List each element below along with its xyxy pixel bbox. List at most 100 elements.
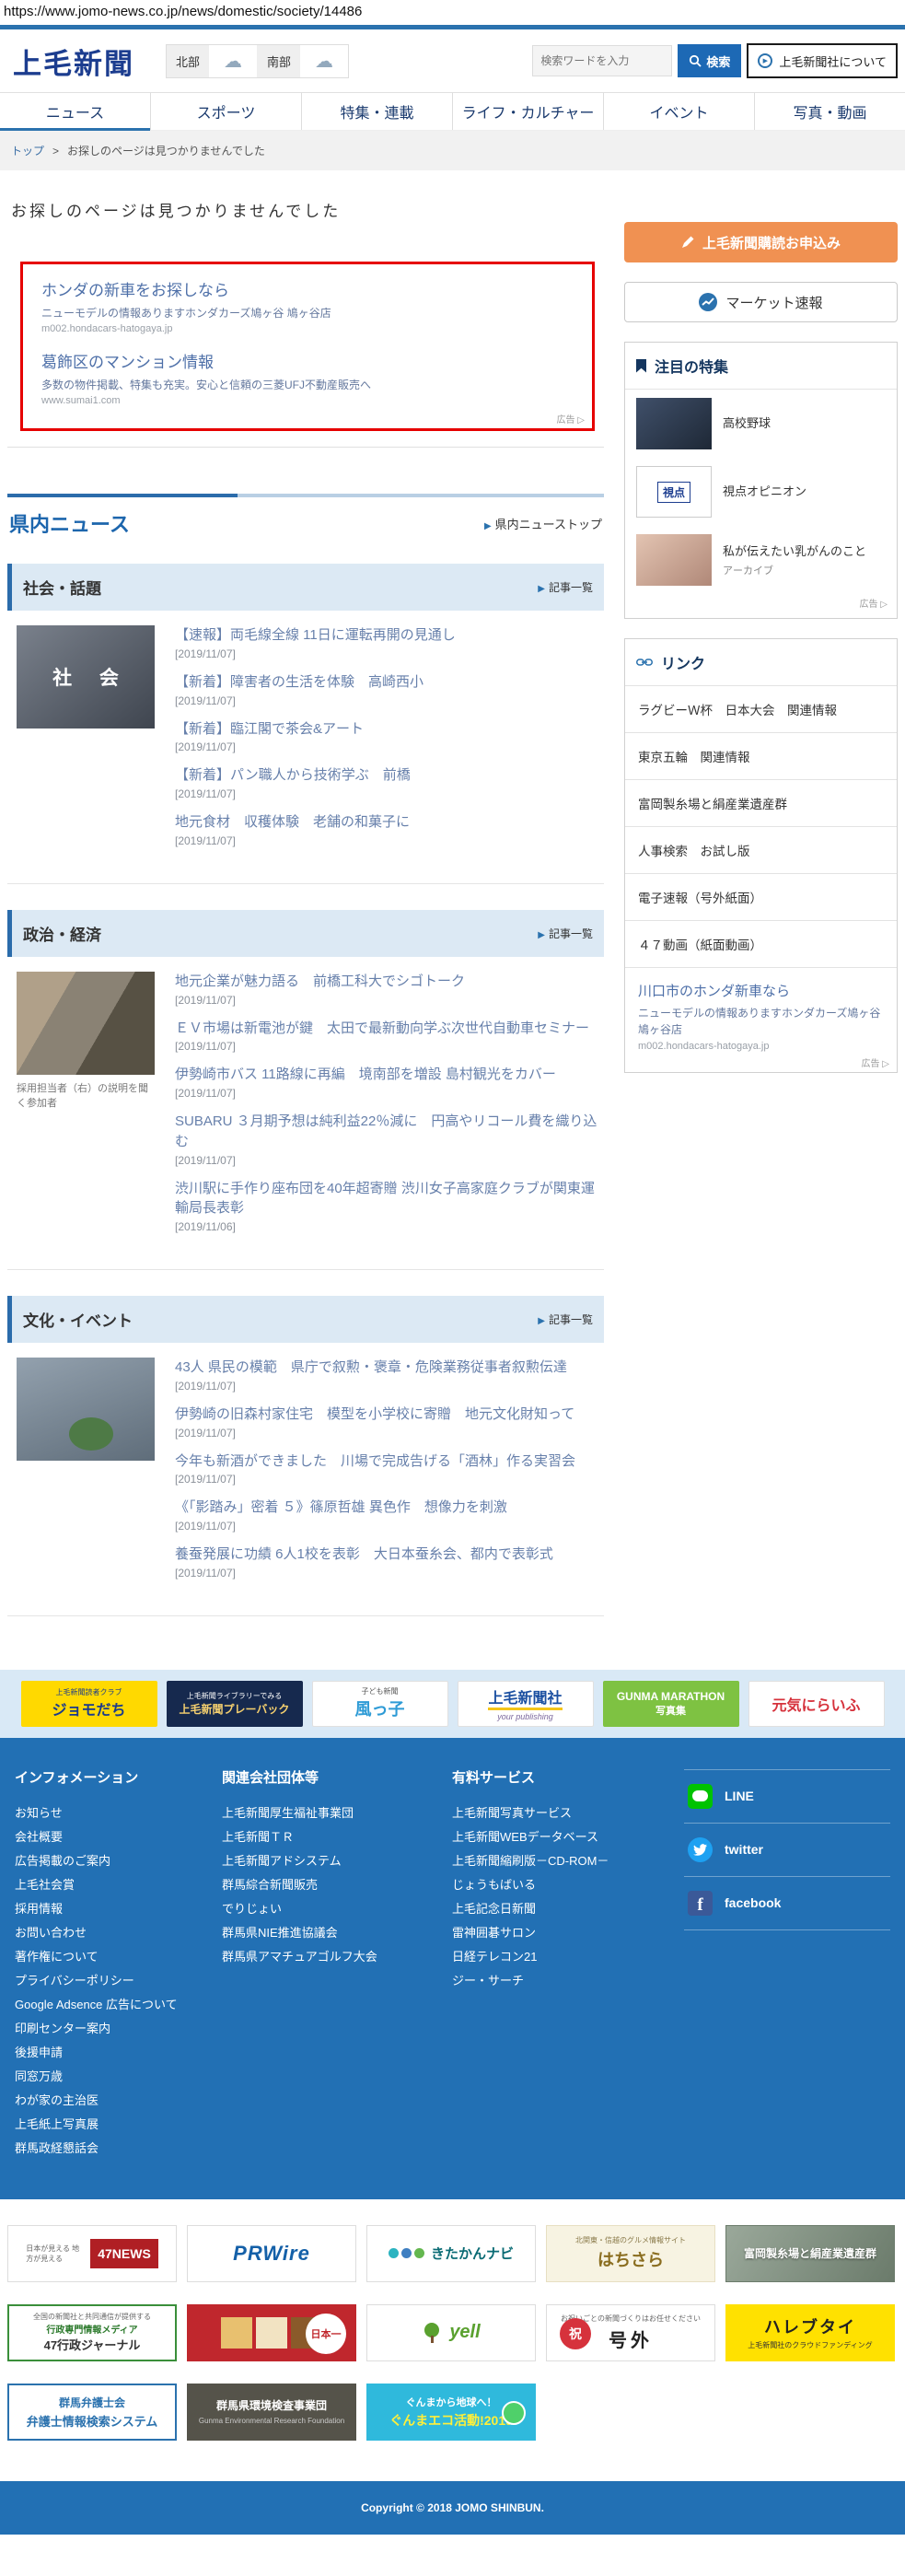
featured-item-shiten-opinion[interactable]: 視点 視点オピニオン [625, 458, 897, 526]
sidebar-ad-honda[interactable]: 川口市のホンダ新車なら ニューモデルの情報ありますホンダカーズ鳩ヶ谷 鳩ヶ谷店 … [625, 968, 897, 1072]
tab-features[interactable]: 特集・連載 [301, 93, 452, 130]
partner-publishing[interactable]: 上毛新聞社 your publishing [457, 1680, 594, 1727]
partner-kazakko[interactable]: 子ども新聞 風っ子 [311, 1680, 448, 1727]
news-link[interactable]: 【新着】臨江閣で茶会&アート [175, 719, 604, 740]
footer-link[interactable]: 群馬県アマチュアゴルフ大会 [222, 1945, 452, 1969]
news-item[interactable]: 渋川駅に手作り座布団を40年超寄贈 渋川女子高家庭クラブが関東運輸局長表彰 [2… [175, 1179, 604, 1234]
culture-thumbnail[interactable] [17, 1358, 155, 1461]
footer-link[interactable]: 会社概要 [15, 1825, 222, 1849]
sns-facebook[interactable]: f facebook [684, 1877, 890, 1930]
footer-link[interactable]: 雷神囲碁サロン [452, 1921, 684, 1945]
ad-honda[interactable]: ホンダの新車をお探しなら ニューモデルの情報ありますホンダカーズ鳩ヶ谷 鳩ヶ谷店… [41, 277, 574, 334]
banner-gunma-bar-association[interactable]: 群馬弁護士会 弁護士情報検索システム [7, 2383, 177, 2441]
featured-label[interactable]: 私が伝えたい乳がんのこと [723, 542, 866, 561]
footer-link[interactable]: じょうもばいる [452, 1873, 684, 1897]
partner-genki-life[interactable]: 元気にらいふ [748, 1680, 885, 1727]
footer-link[interactable]: 上毛新聞アドシステム [222, 1849, 452, 1873]
footer-link[interactable]: 同窓万歳 [15, 2065, 222, 2089]
kennai-top-link[interactable]: ▶ 県内ニューストップ [484, 515, 602, 532]
ad-label[interactable]: 広告 ▷ [862, 1055, 889, 1069]
news-item[interactable]: 【速報】両毛線全線 11日に運転再開の見通し [2019/11/07] [175, 625, 604, 660]
footer-link[interactable]: お知らせ [15, 1801, 222, 1825]
featured-item-breast-cancer[interactable]: 私が伝えたい乳がんのこと アーカイブ [625, 526, 897, 594]
news-item[interactable]: 伊勢崎市バス 11路線に再編 境南部を増設 島村観光をカバー [2019/11/… [175, 1065, 604, 1100]
banner-gunma-eco[interactable]: ぐんまから地球へ！ ぐんまエコ活動!2019 [366, 2383, 536, 2441]
news-link[interactable]: SUBARU ３月期予想は純利益22％減に 円高やリコール費を織り込む [175, 1112, 604, 1152]
footer-link[interactable]: 印刷センター案内 [15, 2017, 222, 2041]
tab-photo-video[interactable]: 写真・動画 [754, 93, 905, 130]
featured-label[interactable]: 高校野球 [723, 414, 771, 433]
footer-link[interactable]: ジー・サーチ [452, 1969, 684, 1993]
search-input[interactable] [532, 45, 673, 76]
footer-link[interactable]: わが家の主治医 [15, 2089, 222, 2113]
footer-link[interactable]: 上毛新聞縮刷版－CD-ROM－ [452, 1849, 684, 1873]
weather-south[interactable]: 南部 ☁ [257, 44, 348, 77]
news-link[interactable]: 【新着】障害者の生活を体験 高崎西小 [175, 672, 604, 693]
tab-events[interactable]: イベント [603, 93, 754, 130]
sidebar-link-rugby[interactable]: ラグビーＷ杯 日本大会 関連情報 [625, 686, 897, 733]
banner-prwire[interactable]: PRWire [187, 2224, 356, 2282]
footer-link[interactable]: 上毛新聞ＴＲ [222, 1825, 452, 1849]
news-item[interactable]: SUBARU ３月期予想は純利益22％減に 円高やリコール費を織り込む [201… [175, 1112, 604, 1167]
footer-link[interactable]: 群馬政経懇話会 [15, 2137, 222, 2161]
footer-link[interactable]: 上毛記念日新聞 [452, 1897, 684, 1921]
footer-link[interactable]: 上毛新聞厚生福祉事業団 [222, 1801, 452, 1825]
news-link[interactable]: 伊勢崎の旧森村家住宅 模型を小学校に寄贈 地元文化財知って [175, 1405, 604, 1425]
news-item[interactable]: 【新着】臨江閣で茶会&アート [2019/11/07] [175, 719, 604, 754]
footer-link[interactable]: 後援申請 [15, 2041, 222, 2065]
footer-link[interactable]: 上毛紙上写真展 [15, 2113, 222, 2137]
footer-link[interactable]: お問い合わせ [15, 1921, 222, 1945]
banner-yell[interactable]: yell [366, 2303, 536, 2361]
search-button[interactable]: 検索 [678, 44, 742, 77]
news-link[interactable]: ＥＶ市場は新電池が鍵 太田で最新動向学ぶ次世代自動車セミナー [175, 1019, 604, 1039]
footer-link[interactable]: Google Adsence 広告について [15, 1993, 222, 2017]
banner-hachisara[interactable]: 北関東・信越のグルメ情報サイト はちさら [546, 2224, 715, 2282]
sns-line[interactable]: LINE [684, 1768, 890, 1824]
banner-kitakan-navi[interactable]: きたかんナビ [366, 2224, 536, 2282]
news-item[interactable]: 43人 県民の模範 県庁で叙勲・褒章・危険業務従事者叙勲伝達 [2019/11/… [175, 1358, 604, 1393]
ad-title[interactable]: ホンダの新車をお探しなら [41, 277, 574, 300]
news-link[interactable]: 養蚕発展に功績 6人1校を表彰 大日本蚕糸会、都内で表彰式 [175, 1544, 604, 1565]
partner-gunma-marathon[interactable]: GUNMA MARATHON 写真集 [602, 1680, 739, 1727]
news-item[interactable]: 養蚕発展に功績 6人1校を表彰 大日本蚕糸会、都内で表彰式 [2019/11/0… [175, 1544, 604, 1579]
news-link[interactable]: 【速報】両毛線全線 11日に運転再開の見通し [175, 625, 604, 646]
site-logo[interactable]: 上毛新聞 [13, 41, 134, 82]
news-item[interactable]: 【新着】障害者の生活を体験 高崎西小 [2019/11/07] [175, 672, 604, 707]
news-link[interactable]: 伊勢崎市バス 11路線に再編 境南部を増設 島村観光をカバー [175, 1065, 604, 1085]
politics-thumbnail[interactable] [17, 971, 155, 1075]
footer-link[interactable]: 上毛新聞WEBデータベース [452, 1825, 684, 1849]
news-item[interactable]: 《「影踏み」密着 ５》篠原哲雄 異色作 想像力を刺激 [2019/11/07] [175, 1498, 604, 1533]
news-item[interactable]: 今年も新酒ができました 川場で完成告げる「酒林」作る実習会 [2019/11/0… [175, 1451, 604, 1486]
footer-link[interactable]: 上毛新聞写真サービス [452, 1801, 684, 1825]
society-thumbnail[interactable]: 社 会 [17, 625, 155, 729]
footer-link[interactable]: 上毛社会賞 [15, 1873, 222, 1897]
banner-47-gyosei-journal[interactable]: 全国の新聞社と共同通信が提供する 行政専門情報メディア 47行政ジャーナル [7, 2303, 177, 2361]
banner-environment-foundation[interactable]: 群馬県環境検査事業団 Gunma Environmental Research … [187, 2383, 356, 2441]
tab-sports[interactable]: スポーツ [150, 93, 301, 130]
article-list-link[interactable]: ▶ 記事一覧 [538, 926, 593, 941]
partner-playback[interactable]: 上毛新聞ライブラリーでみる 上毛新聞プレーバック [166, 1680, 303, 1727]
footer-link[interactable]: 群馬県NIE推進協議会 [222, 1921, 452, 1945]
news-item[interactable]: 【新着】パン職人から技術学ぶ 前橋 [2019/11/07] [175, 765, 604, 800]
banner-food-collage[interactable]: 日本一 [187, 2303, 356, 2361]
weather-north[interactable]: 北部 ☁ [167, 44, 257, 77]
news-link[interactable]: 地元企業が魅力語る 前橋工科大でシゴトーク [175, 972, 604, 992]
tab-life-culture[interactable]: ライフ・カルチャー [452, 93, 603, 130]
banner-silk-heritage[interactable]: 富岡製糸場と絹産業遺産群 [725, 2224, 895, 2282]
breadcrumb-home[interactable]: トップ [11, 143, 44, 158]
ad-title[interactable]: 葛飾区のマンション情報 [41, 349, 574, 372]
market-report-button[interactable]: マーケット速報 [624, 282, 898, 322]
news-link[interactable]: 【新着】パン職人から技術学ぶ 前橋 [175, 765, 604, 786]
footer-link[interactable]: 広告掲載のご案内 [15, 1849, 222, 1873]
news-link[interactable]: 地元食材 収穫体験 老舗の和菓子に [175, 812, 604, 833]
featured-label[interactable]: 視点オピニオン [723, 483, 806, 501]
banner-harebutai[interactable]: ハレブタイ 上毛新聞社のクラウドファンディング [725, 2303, 895, 2361]
news-item[interactable]: ＥＶ市場は新電池が鍵 太田で最新動向学ぶ次世代自動車セミナー [2019/11/… [175, 1019, 604, 1054]
partner-jomodachi[interactable]: 上毛新聞読者クラブ ジョモだち [20, 1680, 157, 1727]
news-item[interactable]: 地元食材 収穫体験 老舗の和菓子に [2019/11/07] [175, 812, 604, 847]
news-link[interactable]: 今年も新酒ができました 川場で完成告げる「酒林」作る実習会 [175, 1451, 604, 1472]
about-company-button[interactable]: ▶ 上毛新聞社について [747, 43, 898, 78]
article-list-link[interactable]: ▶ 記事一覧 [538, 579, 593, 595]
sidebar-link-tomioka-silk[interactable]: 富岡製糸場と絹産業遺産群 [625, 780, 897, 827]
ad-title[interactable]: 川口市のホンダ新車なら [638, 981, 884, 1000]
